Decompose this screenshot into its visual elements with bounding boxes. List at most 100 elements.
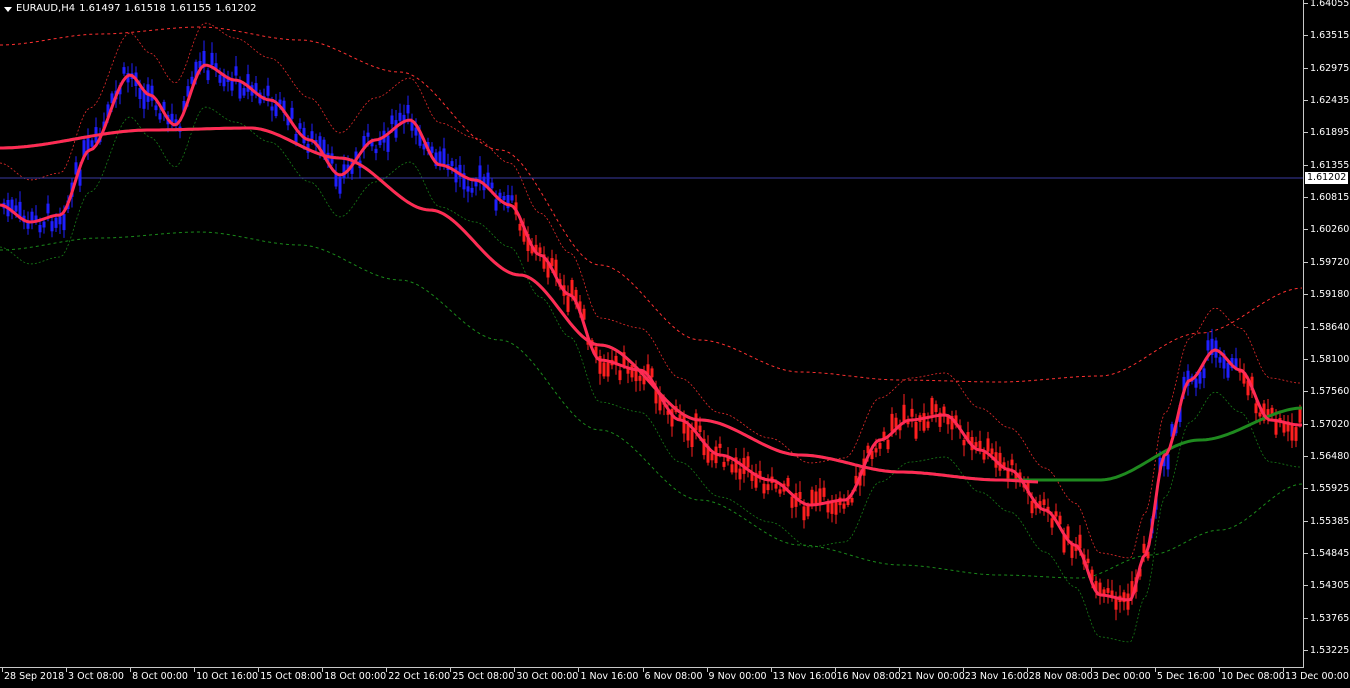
- candle-body: [122, 67, 126, 74]
- candle-body: [822, 487, 826, 497]
- candle-body: [910, 408, 914, 417]
- candle-body: [778, 489, 782, 494]
- candle-body: [710, 453, 714, 461]
- ohlc-close: 1.61202: [215, 3, 257, 14]
- candle-body: [650, 368, 654, 378]
- candle-body: [638, 375, 642, 381]
- candle-body: [926, 421, 930, 428]
- candle-body: [682, 415, 686, 434]
- candle-body: [150, 85, 154, 101]
- candle-body: [1010, 459, 1014, 466]
- candle-body: [990, 448, 994, 455]
- candle-body: [566, 296, 570, 312]
- price-axis[interactable]: 1.64055 1.63515 1.62975 1.62435 1.61895 1.613…: [1304, 0, 1350, 668]
- candle-body: [50, 221, 54, 232]
- candle-body: [274, 104, 278, 117]
- candle-body: [466, 186, 470, 192]
- symbol-timeframe: EURAUD,H4: [16, 3, 76, 14]
- candle-body: [1194, 378, 1198, 388]
- candle-body: [1030, 501, 1034, 514]
- candle-body: [1166, 454, 1170, 470]
- candle-body: [1282, 423, 1286, 433]
- candle-body: [818, 488, 822, 504]
- candle-body: [1218, 357, 1222, 363]
- candle-body: [570, 280, 574, 296]
- candle-body: [1114, 598, 1118, 610]
- candle-body: [718, 443, 722, 448]
- candle-body: [934, 404, 938, 412]
- candle-body: [886, 439, 890, 450]
- candle-body: [738, 468, 742, 480]
- current-price-label: 1.61202: [1305, 172, 1348, 184]
- candle-body: [42, 221, 46, 228]
- candle-body: [1110, 590, 1114, 596]
- candle-body: [806, 505, 810, 517]
- candle-body: [922, 413, 926, 431]
- candle-body: [438, 151, 442, 164]
- candle-body: [850, 498, 854, 503]
- candle-body: [1054, 511, 1058, 517]
- time-axis[interactable]: 28 Sep 2018 3 Oct 08:00 8 Oct 00:00 10 Oct …: [0, 668, 1349, 688]
- candle-body: [54, 217, 58, 228]
- fast-moving-average: [0, 63, 1302, 602]
- candle-body: [490, 182, 494, 189]
- candle-body: [678, 414, 682, 419]
- candle-body: [1042, 499, 1046, 505]
- candle-body: [58, 216, 62, 225]
- candle-body: [890, 413, 894, 432]
- candle-body: [1050, 518, 1054, 528]
- candle-body: [154, 105, 158, 111]
- candle-body: [1102, 589, 1106, 595]
- candle-body: [46, 203, 50, 214]
- candle-body: [538, 247, 542, 254]
- candle-body: [1258, 412, 1262, 417]
- candle-body: [374, 148, 378, 154]
- candle-body: [942, 406, 946, 415]
- candle-body: [1206, 340, 1210, 351]
- candle-body: [30, 211, 34, 221]
- candle-body: [242, 88, 246, 96]
- candle-body: [630, 364, 634, 378]
- candle-body: [478, 165, 482, 182]
- candle-body: [986, 438, 990, 452]
- candle-body: [1202, 368, 1206, 379]
- candle-body: [746, 456, 750, 468]
- candle-body: [698, 425, 702, 432]
- candle-body: [730, 464, 734, 473]
- candle-body: [234, 66, 238, 76]
- price-chart[interactable]: [0, 0, 1303, 667]
- ohlc-open: 1.61497: [79, 3, 121, 14]
- candle-body: [494, 199, 498, 211]
- candle-body: [442, 148, 446, 165]
- candle-body: [982, 452, 986, 460]
- candle-body: [238, 82, 242, 99]
- symbol-header: EURAUD,H4 1.61497 1.61518 1.61155 1.6120…: [4, 3, 257, 15]
- chart-area[interactable]: EURAUD,H4 1.61497 1.61518 1.61155 1.6120…: [0, 0, 1304, 668]
- candle-body: [814, 491, 818, 505]
- candle-body: [722, 461, 726, 467]
- dropdown-triangle-icon[interactable]: [4, 6, 12, 12]
- long-red-moving-average: [0, 126, 1039, 484]
- candle-body: [450, 161, 454, 166]
- candle-body: [686, 424, 690, 441]
- candle-body: [1142, 543, 1146, 553]
- candle-body: [878, 442, 882, 449]
- candle-body: [1106, 588, 1110, 593]
- candle-body: [290, 107, 294, 119]
- candle-body: [1086, 558, 1090, 564]
- candle-body: [310, 131, 314, 139]
- candle-body: [802, 506, 806, 521]
- candle-body: [842, 503, 846, 509]
- candle-body: [406, 105, 410, 114]
- candle-body: [618, 370, 622, 381]
- candle-body: [1226, 362, 1230, 378]
- candle-body: [270, 106, 274, 111]
- candle-body: [398, 112, 402, 121]
- candle-body: [206, 70, 210, 81]
- candle-body: [298, 123, 302, 129]
- candle-body: [90, 140, 94, 147]
- ohlc-high: 1.61518: [124, 3, 166, 14]
- candle-body: [902, 404, 906, 422]
- candle-body: [266, 85, 270, 96]
- candle-body: [218, 74, 222, 83]
